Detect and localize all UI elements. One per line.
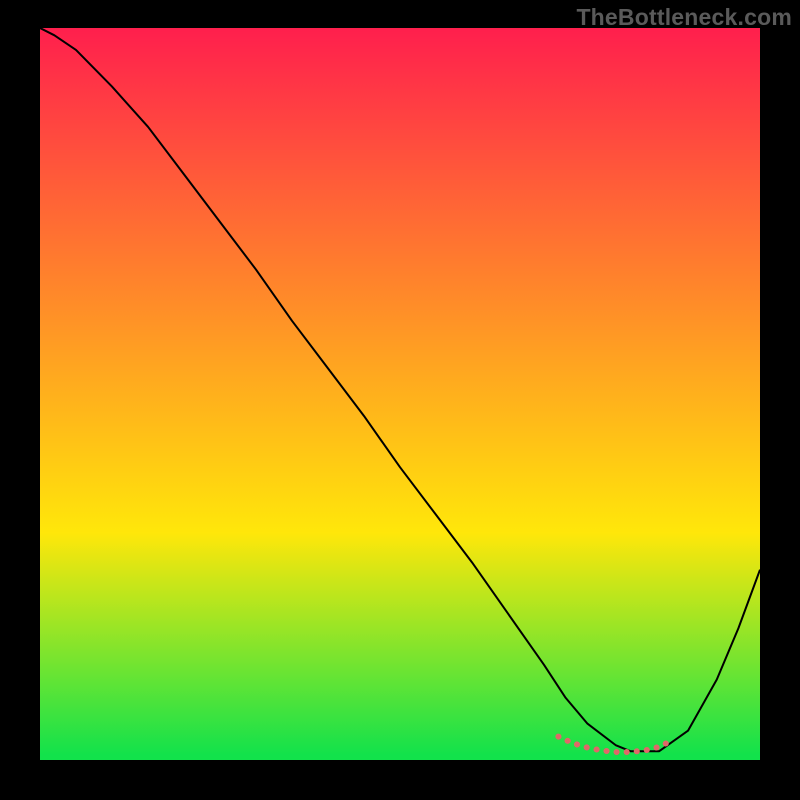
plot-area	[40, 28, 760, 760]
chart-container: TheBottleneck.com	[0, 0, 800, 800]
bottleneck-chart	[40, 28, 760, 760]
gradient-background	[40, 28, 760, 760]
watermark-text: TheBottleneck.com	[576, 4, 792, 31]
